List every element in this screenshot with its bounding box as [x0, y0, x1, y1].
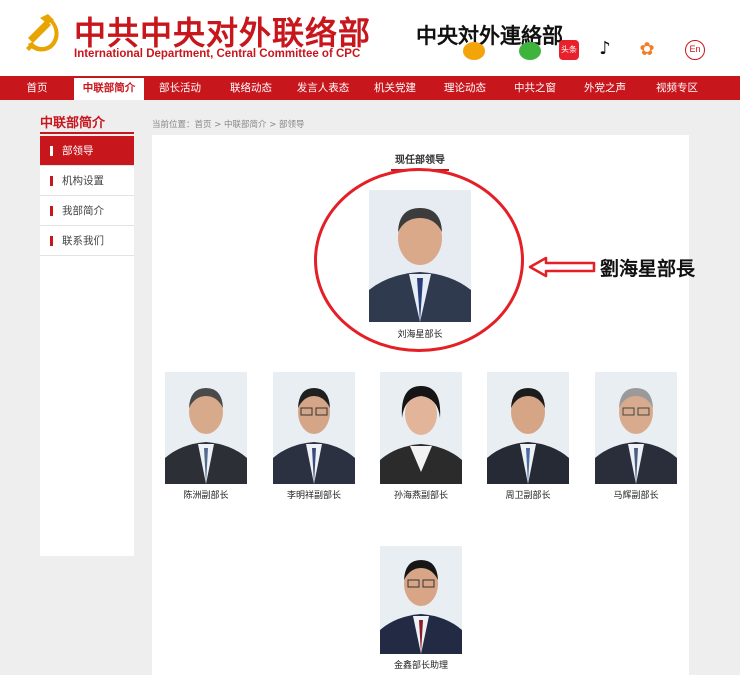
sidebar-item-contact[interactable]: 联系我们: [40, 226, 134, 256]
weibo-icon[interactable]: [463, 42, 485, 60]
sidebar-marker: [50, 206, 53, 216]
sidebar: 部领导 机构设置 我部简介 联系我们: [40, 136, 134, 556]
sidebar-item-label: 机构设置: [62, 175, 104, 187]
nav-item-video[interactable]: 视频专区: [640, 76, 714, 100]
deputy-caption[interactable]: 马辉副部长: [590, 488, 682, 501]
main-nav: 首页 中联部简介 部长活动 联络动态 发言人表态 机关党建 理论动态 中共之窗 …: [0, 76, 740, 100]
party-emblem-icon: [26, 14, 59, 52]
portrait-image: [487, 372, 569, 484]
deputy-caption[interactable]: 陈洲副部长: [160, 488, 252, 501]
page: 中共中央对外联络部 International Department, Cent…: [0, 0, 740, 675]
nav-item-liaison-news[interactable]: 联络动态: [216, 76, 286, 100]
traditional-title-annotation: 中央対外連絡部: [416, 24, 563, 48]
nav-item-home[interactable]: 首页: [0, 76, 74, 100]
sidebar-item-label: 我部简介: [62, 205, 104, 217]
english-label: En: [689, 44, 701, 54]
nav-item-party-building[interactable]: 机关党建: [360, 76, 430, 100]
assistant-caption[interactable]: 金鑫部长助理: [375, 658, 467, 671]
sidebar-item-label: 联系我们: [62, 235, 104, 247]
portrait-image: [595, 372, 677, 484]
deputy-portrait[interactable]: [165, 372, 247, 484]
tiktok-icon[interactable]: ♪: [597, 38, 613, 60]
site-header: 中共中央对外联络部 International Department, Cent…: [0, 0, 740, 76]
wechat-icon[interactable]: [519, 42, 541, 60]
section-heading: 现任部领导: [0, 148, 740, 171]
nav-item-about[interactable]: 中联部简介: [74, 76, 144, 100]
kuaishou-icon[interactable]: ✿: [637, 40, 657, 60]
sidebar-marker: [50, 236, 53, 246]
breadcrumb: 当前位置：首页 > 中联部简介 > 部领导: [152, 120, 305, 130]
deputy-portrait[interactable]: [273, 372, 355, 484]
nav-item-spokesperson[interactable]: 发言人表态: [286, 76, 360, 100]
sidebar-divider: [40, 132, 134, 134]
deputy-caption[interactable]: 李明祥副部长: [268, 488, 360, 501]
portrait-image: [165, 372, 247, 484]
deputy-caption[interactable]: 孙海燕副部长: [375, 488, 467, 501]
toutiao-label: 头条: [561, 45, 577, 54]
english-toggle[interactable]: En: [685, 40, 705, 60]
sidebar-item-intro[interactable]: 我部简介: [40, 196, 134, 226]
assistant-portrait[interactable]: [380, 546, 462, 654]
nav-item-minister-activities[interactable]: 部长活动: [144, 76, 216, 100]
portrait-image: [273, 372, 355, 484]
portrait-image: [380, 546, 462, 654]
nav-item-foreign-parties[interactable]: 外党之声: [570, 76, 640, 100]
deputy-portrait[interactable]: [487, 372, 569, 484]
portrait-image: [380, 372, 462, 484]
deputy-caption[interactable]: 周卫副部长: [482, 488, 574, 501]
annotation-label: 劉海星部長: [600, 258, 696, 280]
sidebar-marker: [50, 176, 53, 186]
nav-item-cpc-window[interactable]: 中共之窗: [500, 76, 570, 100]
toutiao-icon[interactable]: 头条: [559, 40, 579, 60]
deputy-portrait[interactable]: [380, 372, 462, 484]
highlight-circle: [314, 168, 524, 352]
site-title-en[interactable]: International Department, Central Commit…: [74, 48, 360, 60]
sidebar-title: 中联部简介: [40, 116, 106, 131]
deputy-portrait[interactable]: [595, 372, 677, 484]
left-arrow-icon: [528, 256, 596, 278]
nav-item-theory[interactable]: 理论动态: [430, 76, 500, 100]
